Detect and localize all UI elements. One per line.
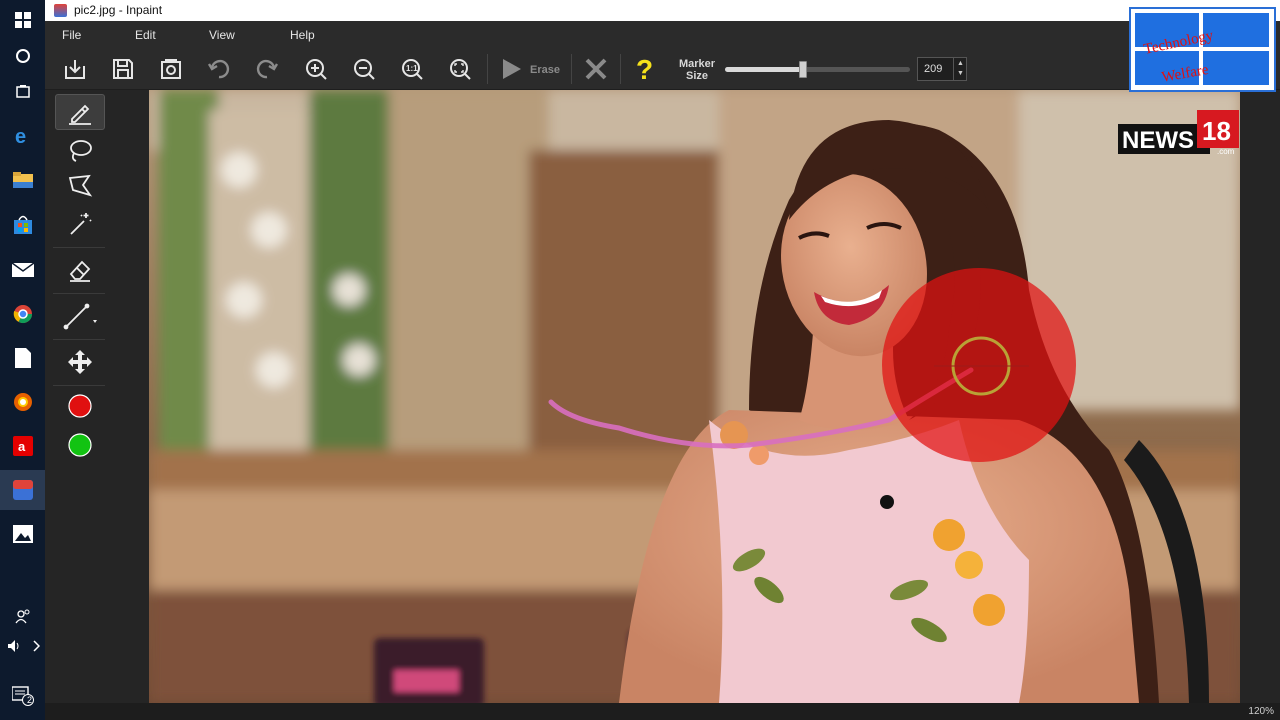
marker-tool[interactable]	[55, 94, 105, 130]
brush-preview-circle	[882, 268, 1076, 462]
marker-size-slider-thumb[interactable]	[798, 61, 807, 78]
store-icon[interactable]	[0, 205, 45, 245]
fit-window-icon[interactable]	[446, 55, 474, 83]
tools-panel	[45, 90, 149, 710]
technology-welfare-watermark: Technology Welfare	[1129, 7, 1276, 92]
zoom-in-icon[interactable]	[302, 55, 330, 83]
save-icon[interactable]	[109, 55, 137, 83]
magic-wand-icon	[70, 213, 92, 235]
photos-icon[interactable]	[0, 514, 45, 554]
marker-size-spinbox[interactable]: 209 ▲ ▼	[917, 57, 967, 81]
svg-text:a: a	[18, 439, 26, 454]
logo-number: 18	[1202, 116, 1231, 146]
erase-button[interactable]: Erase	[530, 64, 560, 76]
menu-view[interactable]: View	[209, 28, 235, 42]
inpaint-window: pic2.jpg - Inpaint File Edit View Help 1	[45, 0, 1280, 720]
document-icon[interactable]	[0, 338, 45, 378]
chrome-icon[interactable]	[0, 294, 45, 334]
red-marker-color[interactable]	[55, 388, 105, 424]
edge-icon[interactable]: e	[0, 116, 45, 156]
green-guide-color[interactable]	[55, 427, 105, 463]
lasso-icon	[70, 140, 92, 162]
inpaint-app-icon	[54, 4, 67, 17]
line-tool[interactable]	[55, 298, 105, 334]
windows-start-icon[interactable]	[0, 0, 45, 40]
save-as-icon[interactable]	[157, 55, 185, 83]
file-explorer-icon[interactable]	[0, 160, 45, 200]
firefox-icon[interactable]	[0, 382, 45, 422]
marker-size-stepper[interactable]: ▲ ▼	[953, 58, 966, 80]
windows-taskbar: e a 2	[0, 0, 45, 720]
task-view-icon[interactable]	[0, 72, 45, 112]
menu-help[interactable]: Help	[290, 28, 315, 42]
toolbar-separator	[620, 54, 621, 84]
notification-center-icon[interactable]: 2	[0, 676, 45, 716]
undo-icon[interactable]	[205, 55, 233, 83]
menu-bar: File Edit View Help	[45, 21, 1280, 48]
image-canvas[interactable]: NEWS 18 .com	[149, 90, 1240, 703]
inpaint-icon[interactable]	[0, 470, 45, 510]
menu-edit[interactable]: Edit	[135, 28, 156, 42]
logo-text: NEWS	[1122, 127, 1194, 154]
logo-domain: .com	[1217, 147, 1235, 156]
line-icon	[63, 303, 97, 330]
tools-separator	[53, 247, 105, 248]
close-icon[interactable]	[582, 55, 610, 83]
toolbar-separator	[571, 54, 572, 84]
title-bar: pic2.jpg - Inpaint	[45, 0, 1280, 21]
photo-image: NEWS 18 .com	[149, 90, 1240, 703]
svg-text:?: ?	[636, 56, 653, 82]
help-icon[interactable]: ?	[631, 55, 659, 83]
svg-text:e: e	[15, 126, 26, 146]
move-icon	[68, 350, 92, 374]
tools-separator	[53, 385, 105, 386]
open-icon[interactable]	[61, 55, 89, 83]
menu-file[interactable]: File	[62, 28, 81, 42]
mail-icon[interactable]	[0, 250, 45, 290]
red-color-swatch-icon	[68, 394, 92, 418]
green-color-swatch-icon	[68, 433, 92, 457]
actual-size-icon[interactable]: 1:1	[398, 55, 426, 83]
eraser-tool[interactable]	[55, 252, 105, 288]
zoom-out-icon[interactable]	[350, 55, 378, 83]
move-tool[interactable]	[55, 344, 105, 380]
eraser-icon	[69, 260, 91, 282]
status-bar: 120%	[45, 703, 1280, 720]
zoom-level: 120%	[1248, 706, 1274, 717]
tools-separator	[53, 293, 105, 294]
marker-size-slider[interactable]	[725, 61, 910, 78]
notification-count: 2	[27, 695, 33, 705]
svg-text:1:1: 1:1	[406, 64, 418, 73]
window-title: pic2.jpg - Inpaint	[74, 3, 163, 17]
tools-separator	[53, 339, 105, 340]
toolbar: 1:1 Erase ? Marker Size 209 ▲ ▼	[45, 48, 1280, 90]
airtel-icon[interactable]: a	[0, 426, 45, 466]
magic-wand-tool[interactable]	[55, 206, 105, 242]
pencil-icon	[69, 104, 91, 125]
polygon-lasso-icon	[68, 174, 93, 197]
chevron-down-icon[interactable]: ▼	[957, 70, 964, 78]
toolbar-separator	[487, 54, 488, 84]
marker-size-value: 209	[924, 63, 943, 75]
lasso-tool[interactable]	[55, 132, 105, 168]
chevron-up-icon[interactable]: ▲	[957, 60, 964, 68]
marker-size-slider-fill	[725, 67, 803, 72]
redo-icon[interactable]	[253, 55, 281, 83]
polygonal-lasso-tool[interactable]	[55, 168, 105, 204]
play-icon[interactable]	[497, 55, 525, 83]
volume-icon[interactable]	[0, 626, 45, 666]
cortana-icon[interactable]	[0, 36, 45, 76]
marker-size-label: Marker Size	[678, 58, 716, 82]
